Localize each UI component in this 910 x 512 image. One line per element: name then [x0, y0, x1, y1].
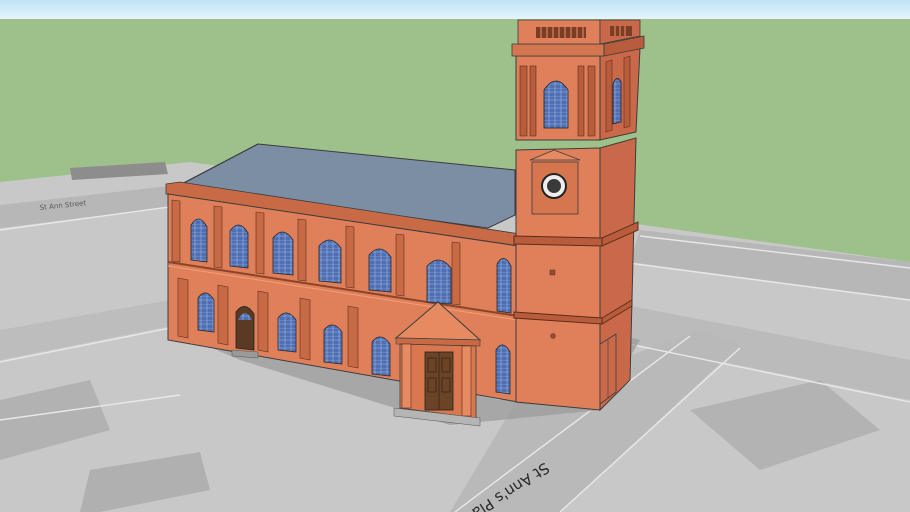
belfry-side-window [612, 78, 622, 125]
arched-window [368, 248, 392, 293]
arched-window [323, 324, 343, 365]
arched-window [371, 336, 391, 377]
3d-model-viewport[interactable]: St Ann's Place St Ann Street [0, 0, 910, 512]
sky [0, 0, 910, 19]
arched-window [318, 239, 342, 284]
tower-side-door [599, 333, 617, 405]
belfry-cornice-front [511, 43, 605, 57]
arched-window [197, 292, 215, 333]
arched-window [426, 259, 452, 305]
arched-window [277, 312, 297, 353]
arched-window [495, 344, 511, 395]
tower-vent [549, 269, 556, 276]
tower-clock [529, 149, 581, 215]
tower-ornament [550, 333, 556, 339]
belfry-window [543, 80, 569, 129]
arched-window [190, 218, 208, 263]
arched-window [496, 258, 512, 314]
arched-window [272, 231, 294, 276]
arched-window [229, 224, 249, 269]
